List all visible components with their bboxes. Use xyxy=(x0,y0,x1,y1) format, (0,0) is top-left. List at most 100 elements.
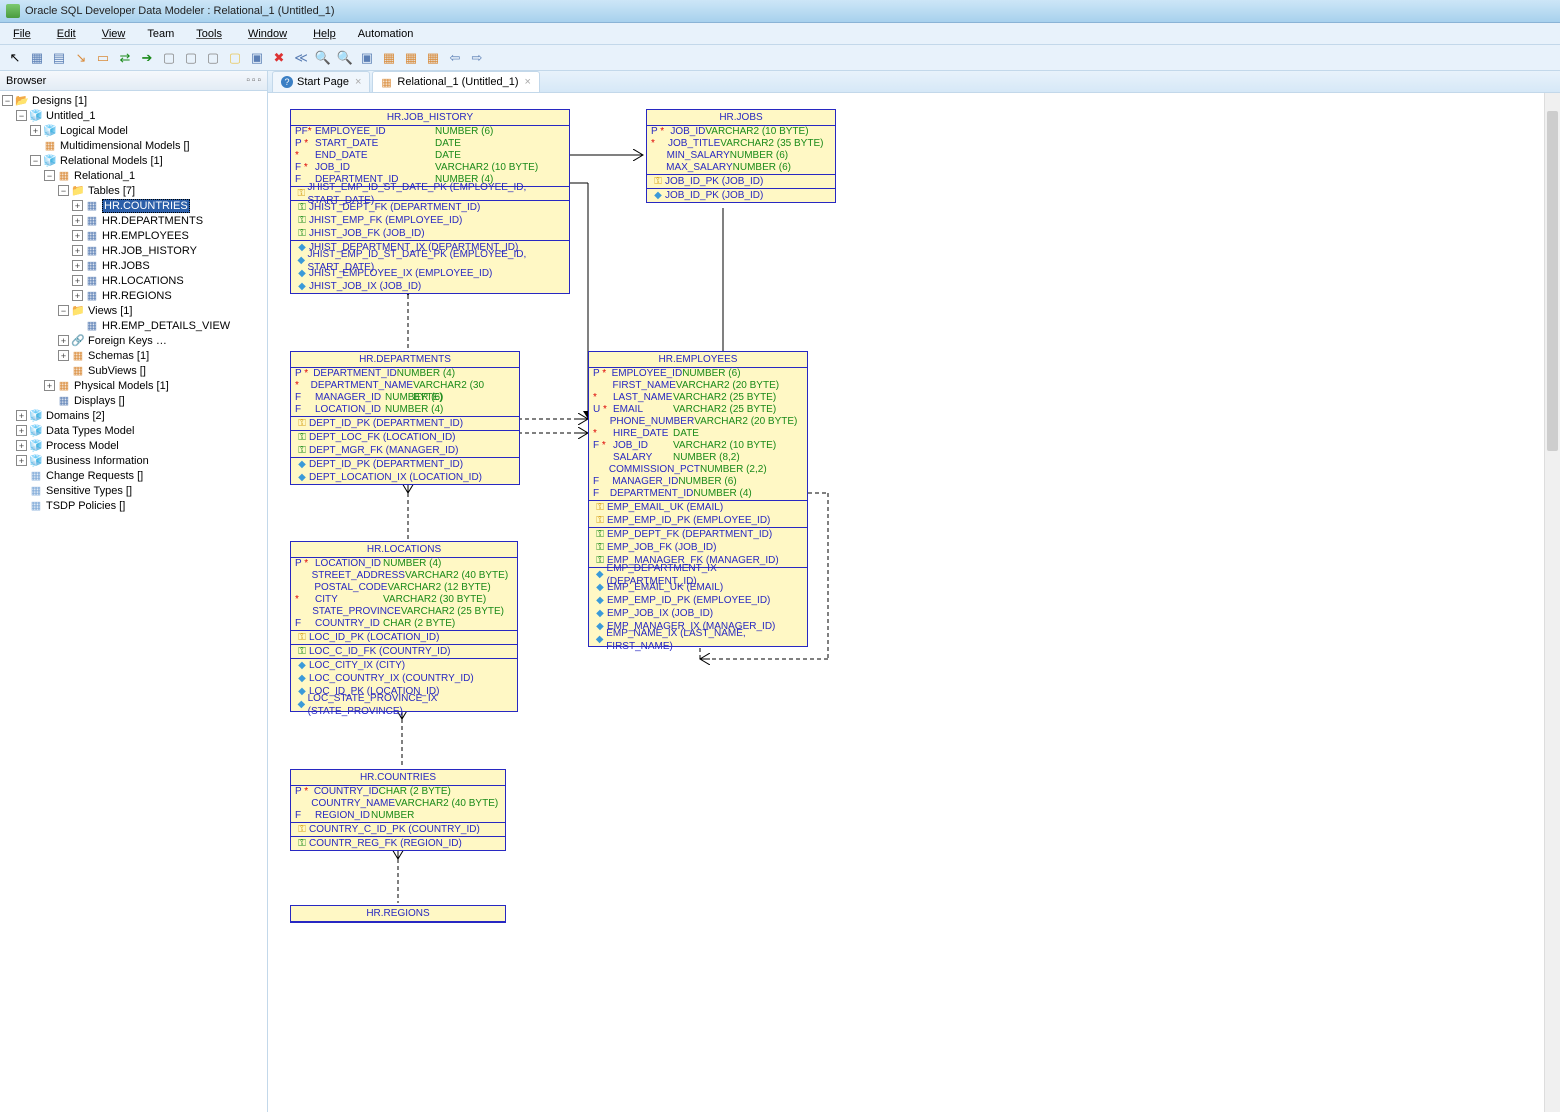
tree-node[interactable]: −▦Relational_1 xyxy=(0,168,267,183)
expand-icon[interactable]: + xyxy=(16,440,27,451)
expand-icon[interactable]: + xyxy=(58,350,69,361)
expand-icon[interactable] xyxy=(72,320,83,331)
expand-icon[interactable] xyxy=(30,140,41,151)
expand-icon[interactable]: + xyxy=(72,215,83,226)
menu-help[interactable]: Help xyxy=(305,26,344,42)
tree-node[interactable]: +▦HR.DEPARTMENTS xyxy=(0,213,267,228)
tool-engineer-icon[interactable]: ⇄ xyxy=(116,49,134,67)
panel-minimize-icon[interactable]: ▫ xyxy=(246,75,250,86)
close-icon[interactable]: × xyxy=(525,76,531,88)
entity-departments[interactable]: HR.DEPARTMENTSP *DEPARTMENT_IDNUMBER (4)… xyxy=(290,351,520,485)
expand-icon[interactable] xyxy=(16,470,27,481)
tool-layout3-icon[interactable]: ▦ xyxy=(424,49,442,67)
expand-icon[interactable]: + xyxy=(58,335,69,346)
tree-node[interactable]: +🧊Process Model xyxy=(0,438,267,453)
tool-image-icon[interactable]: ▣ xyxy=(248,49,266,67)
tree-node[interactable]: +▦HR.LOCATIONS xyxy=(0,273,267,288)
expand-icon[interactable]: − xyxy=(2,95,13,106)
menu-team[interactable]: Team xyxy=(143,26,178,42)
tree-node[interactable]: +🧊Business Information xyxy=(0,453,267,468)
tree-node[interactable]: ▦TSDP Policies [] xyxy=(0,498,267,513)
entity-job-history[interactable]: HR.JOB_HISTORYPF*EMPLOYEE_IDNUMBER (6)P … xyxy=(290,109,570,294)
menu-window[interactable]: Window xyxy=(240,26,295,42)
scrollbar-thumb[interactable] xyxy=(1547,111,1558,451)
tool-layout2-icon[interactable]: ▦ xyxy=(402,49,420,67)
panel-close-icon[interactable]: ▫ xyxy=(257,75,261,86)
tool-table-icon[interactable]: ▦ xyxy=(28,49,46,67)
menu-automation[interactable]: Automation xyxy=(354,26,418,42)
tree-node[interactable]: −📁Tables [7] xyxy=(0,183,267,198)
tree-node[interactable]: −🧊Relational Models [1] xyxy=(0,153,267,168)
tab-start-page[interactable]: ? Start Page × xyxy=(272,71,370,92)
tree-node[interactable]: ▦HR.EMP_DETAILS_VIEW xyxy=(0,318,267,333)
entity-employees[interactable]: HR.EMPLOYEESP *EMPLOYEE_IDNUMBER (6) FIR… xyxy=(588,351,808,647)
expand-icon[interactable]: + xyxy=(72,260,83,271)
expand-icon[interactable]: + xyxy=(72,245,83,256)
menu-tools[interactable]: Tools xyxy=(188,26,230,42)
expand-icon[interactable]: + xyxy=(72,275,83,286)
tree-node[interactable]: ▦Change Requests [] xyxy=(0,468,267,483)
expand-icon[interactable]: + xyxy=(72,230,83,241)
expand-icon[interactable]: − xyxy=(16,110,27,121)
expand-icon[interactable]: + xyxy=(16,455,27,466)
tool-note-icon[interactable]: ▭ xyxy=(94,49,112,67)
browser-tree[interactable]: −📂Designs [1]−🧊Untitled_1+🧊Logical Model… xyxy=(0,91,267,1112)
expand-icon[interactable]: + xyxy=(16,410,27,421)
tool-layout1-icon[interactable]: ▦ xyxy=(380,49,398,67)
tool-back-icon[interactable]: ⇦ xyxy=(446,49,464,67)
tree-node[interactable]: −📂Designs [1] xyxy=(0,93,267,108)
tool-fit-icon[interactable]: ▣ xyxy=(358,49,376,67)
tool-arrow-right-icon[interactable]: ➔ xyxy=(138,49,156,67)
tool-zoom-in-icon[interactable]: ≪ xyxy=(292,49,310,67)
tree-node[interactable]: ▦Multidimensional Models [] xyxy=(0,138,267,153)
tree-node[interactable]: −🧊Untitled_1 xyxy=(0,108,267,123)
menu-view[interactable]: View xyxy=(94,26,134,42)
entity-countries[interactable]: HR.COUNTRIESP *COUNTRY_IDCHAR (2 BYTE) C… xyxy=(290,769,506,851)
menu-edit[interactable]: Edit xyxy=(49,26,84,42)
tree-node[interactable]: ▦Displays [] xyxy=(0,393,267,408)
tree-node[interactable]: ▦SubViews [] xyxy=(0,363,267,378)
tree-node[interactable]: +▦HR.REGIONS xyxy=(0,288,267,303)
expand-icon[interactable]: + xyxy=(72,200,83,211)
entity-locations[interactable]: HR.LOCATIONSP *LOCATION_IDNUMBER (4) STR… xyxy=(290,541,518,712)
expand-icon[interactable]: − xyxy=(58,305,69,316)
expand-icon[interactable] xyxy=(44,395,55,406)
tree-node[interactable]: +▦Physical Models [1] xyxy=(0,378,267,393)
expand-icon[interactable]: + xyxy=(30,125,41,136)
expand-icon[interactable] xyxy=(16,500,27,511)
tool-pointer-icon[interactable]: ↖ xyxy=(6,49,24,67)
tool-box2-icon[interactable]: ▢ xyxy=(182,49,200,67)
tool-view-icon[interactable]: ▤ xyxy=(50,49,68,67)
tree-node[interactable]: ▦Sensitive Types [] xyxy=(0,483,267,498)
vertical-scrollbar[interactable] xyxy=(1544,93,1560,1112)
tool-delete-icon[interactable]: ✖ xyxy=(270,49,288,67)
expand-icon[interactable]: + xyxy=(72,290,83,301)
tree-node[interactable]: +▦HR.COUNTRIES xyxy=(0,198,267,213)
tab-relational[interactable]: ▦ Relational_1 (Untitled_1) × xyxy=(372,71,540,92)
expand-icon[interactable]: + xyxy=(16,425,27,436)
expand-icon[interactable] xyxy=(58,365,69,376)
expand-icon[interactable] xyxy=(16,485,27,496)
tree-node[interactable]: +🧊Logical Model xyxy=(0,123,267,138)
expand-icon[interactable]: + xyxy=(44,380,55,391)
tree-node[interactable]: +▦HR.EMPLOYEES xyxy=(0,228,267,243)
entity-jobs[interactable]: HR.JOBSP *JOB_IDVARCHAR2 (10 BYTE) *JOB_… xyxy=(646,109,836,203)
panel-restore-icon[interactable]: ▫ xyxy=(252,75,256,86)
expand-icon[interactable]: − xyxy=(30,155,41,166)
tree-node[interactable]: +🔗Foreign Keys … xyxy=(0,333,267,348)
tool-fk-icon[interactable]: ↘ xyxy=(72,49,90,67)
tool-box1-icon[interactable]: ▢ xyxy=(160,49,178,67)
tree-node[interactable]: +▦HR.JOBS xyxy=(0,258,267,273)
entity-regions[interactable]: HR.REGIONS xyxy=(290,905,506,923)
tree-node[interactable]: −📁Views [1] xyxy=(0,303,267,318)
tool-forward-icon[interactable]: ⇨ xyxy=(468,49,486,67)
tool-box3-icon[interactable]: ▢ xyxy=(204,49,222,67)
tree-node[interactable]: +🧊Data Types Model xyxy=(0,423,267,438)
expand-icon[interactable]: − xyxy=(58,185,69,196)
tool-zoom-minus-icon[interactable]: 🔍 xyxy=(336,49,354,67)
tool-zoom-plus-icon[interactable]: 🔍 xyxy=(314,49,332,67)
tree-node[interactable]: +▦Schemas [1] xyxy=(0,348,267,363)
tree-node[interactable]: +🧊Domains [2] xyxy=(0,408,267,423)
diagram-canvas[interactable]: HR.JOB_HISTORYPF*EMPLOYEE_IDNUMBER (6)P … xyxy=(268,93,1560,1112)
close-icon[interactable]: × xyxy=(355,76,361,88)
